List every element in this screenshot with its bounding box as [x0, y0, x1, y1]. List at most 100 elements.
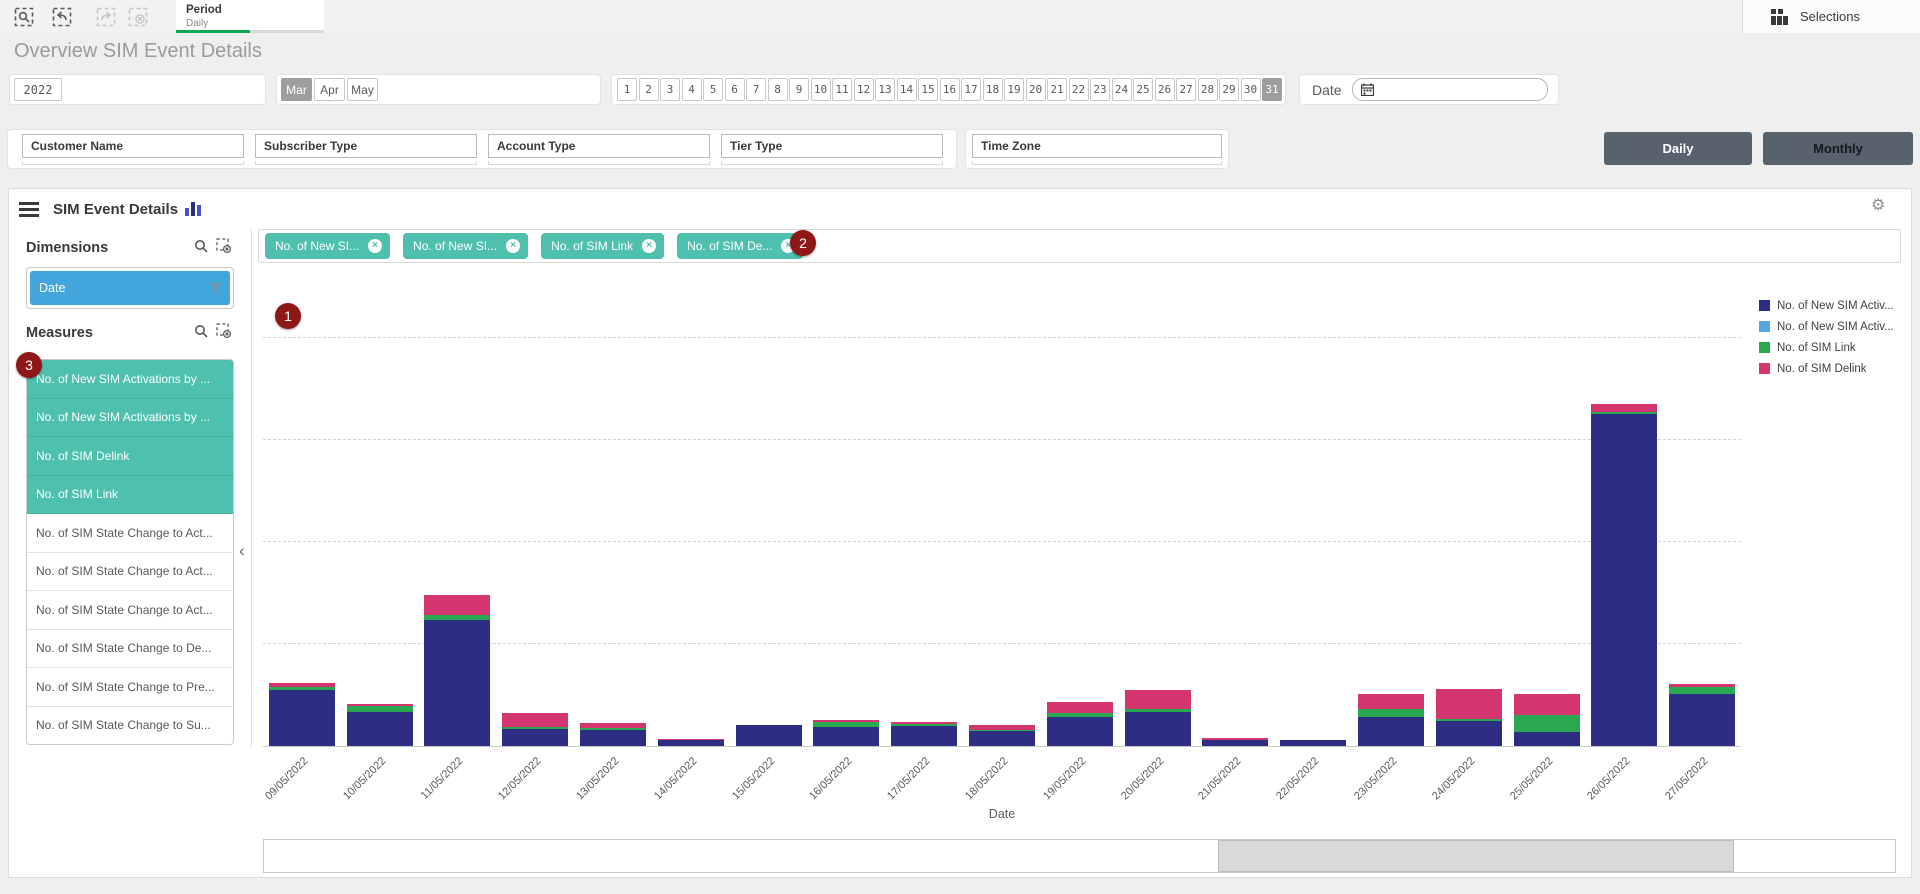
measure-chip[interactable]: No. of SIM De...×: [677, 233, 803, 259]
measure-item[interactable]: No. of SIM State Change to Act...: [27, 553, 233, 592]
chip-close-icon[interactable]: ×: [368, 239, 382, 253]
day-cell-2[interactable]: 2: [639, 78, 659, 101]
bar-12/05/2022[interactable]: [502, 713, 568, 746]
measure-item[interactable]: No. of SIM State Change to Su...: [27, 707, 233, 745]
bar-16/05/2022[interactable]: [813, 720, 879, 746]
day-cell-27[interactable]: 27: [1176, 78, 1196, 101]
legend-item[interactable]: No. of New SIM Activ...: [1759, 295, 1909, 316]
legend-item[interactable]: No. of New SIM Activ...: [1759, 316, 1909, 337]
day-cell-9[interactable]: 9: [789, 78, 809, 101]
day-cell-23[interactable]: 23: [1090, 78, 1110, 101]
listbox-account-type[interactable]: Account Type: [488, 134, 710, 158]
day-cell-7[interactable]: 7: [746, 78, 766, 101]
measure-item[interactable]: No. of SIM Link: [27, 476, 233, 515]
listbox-subscriber-type[interactable]: Subscriber Type: [255, 134, 477, 158]
measure-item[interactable]: No. of SIM Delink: [27, 437, 233, 476]
monthly-button[interactable]: Monthly: [1763, 132, 1913, 165]
bar-19/05/2022[interactable]: [1047, 702, 1113, 746]
day-cell-28[interactable]: 28: [1198, 78, 1218, 101]
day-cell-6[interactable]: 6: [725, 78, 745, 101]
menu-icon[interactable]: [19, 202, 39, 218]
clear-selections-icon[interactable]: [128, 7, 148, 27]
bar-27/05/2022[interactable]: [1669, 684, 1735, 746]
day-cell-8[interactable]: 8: [768, 78, 788, 101]
bar-18/05/2022[interactable]: [969, 725, 1035, 746]
day-cell-15[interactable]: 15: [918, 78, 938, 101]
day-cell-10[interactable]: 10: [811, 78, 831, 101]
dimensions-clear-icon[interactable]: [212, 238, 234, 258]
measure-item[interactable]: No. of New SIM Activations by ...: [27, 399, 233, 438]
step-forward-icon[interactable]: [96, 7, 116, 27]
day-cell-16[interactable]: 16: [940, 78, 960, 101]
step-back-icon[interactable]: [52, 7, 72, 27]
legend-item[interactable]: No. of SIM Link: [1759, 337, 1909, 358]
day-cell-19[interactable]: 19: [1004, 78, 1024, 101]
legend-item[interactable]: No. of SIM Delink: [1759, 358, 1909, 379]
listbox-customer-name[interactable]: Customer Name: [22, 134, 244, 158]
day-cell-5[interactable]: 5: [703, 78, 723, 101]
measure-item[interactable]: No. of New SIM Activations by ...: [27, 360, 233, 399]
month-cell-apr[interactable]: Apr: [314, 78, 345, 101]
chart-scrollbar-track[interactable]: [263, 839, 1896, 873]
measure-item[interactable]: No. of SIM State Change to De...: [27, 630, 233, 669]
day-cell-3[interactable]: 3: [660, 78, 680, 101]
measure-item[interactable]: No. of SIM State Change to Act...: [27, 514, 233, 553]
bar-11/05/2022[interactable]: [424, 595, 490, 746]
chip-close-icon[interactable]: ×: [642, 239, 656, 253]
settings-gear-icon[interactable]: ⚙: [1871, 195, 1885, 215]
day-cell-25[interactable]: 25: [1133, 78, 1153, 101]
bar-13/05/2022[interactable]: [580, 723, 646, 746]
day-cell-26[interactable]: 26: [1155, 78, 1175, 101]
listbox-tier-type[interactable]: Tier Type: [721, 134, 943, 158]
daily-button[interactable]: Daily: [1604, 132, 1752, 165]
bar-20/05/2022[interactable]: [1125, 690, 1191, 746]
bar-21/05/2022[interactable]: [1202, 738, 1268, 746]
chip-close-icon[interactable]: ×: [506, 239, 520, 253]
selections-button[interactable]: Selections: [1742, 0, 1920, 33]
day-cell-14[interactable]: 14: [897, 78, 917, 101]
year-value[interactable]: 2022: [14, 78, 62, 101]
tab-period[interactable]: Period Daily: [176, 0, 324, 33]
bar-22/05/2022[interactable]: [1280, 740, 1346, 746]
measure-item[interactable]: No. of SIM State Change to Pre...: [27, 668, 233, 707]
bar-25/05/2022[interactable]: [1514, 694, 1580, 746]
bar-09/05/2022[interactable]: [269, 683, 335, 746]
measure-chip[interactable]: No. of New SI...×: [403, 233, 528, 259]
dimensions-search-icon[interactable]: [190, 239, 212, 258]
day-cell-13[interactable]: 13: [875, 78, 895, 101]
month-cell-mar[interactable]: Mar: [281, 78, 312, 101]
measures-search-icon[interactable]: [190, 324, 212, 343]
day-cell-12[interactable]: 12: [854, 78, 874, 101]
measure-item[interactable]: No. of SIM State Change to Act...: [27, 591, 233, 630]
date-picker-input[interactable]: [1352, 78, 1548, 101]
day-cell-30[interactable]: 30: [1241, 78, 1261, 101]
day-filter-pane: 1234567891011121314151617181920212223242…: [612, 75, 1285, 104]
bar-26/05/2022[interactable]: [1591, 404, 1657, 746]
measure-chip[interactable]: No. of New SI...×: [265, 233, 390, 259]
collapse-sidebar-icon[interactable]: ‹: [239, 541, 245, 561]
month-cell-may[interactable]: May: [347, 78, 378, 101]
day-cell-21[interactable]: 21: [1047, 78, 1067, 101]
bar-17/05/2022[interactable]: [891, 722, 957, 746]
bar-24/05/2022[interactable]: [1436, 689, 1502, 746]
day-cell-29[interactable]: 29: [1219, 78, 1239, 101]
day-cell-1[interactable]: 1: [617, 78, 637, 101]
day-cell-24[interactable]: 24: [1112, 78, 1132, 101]
bar-15/05/2022[interactable]: [736, 725, 802, 746]
measure-chip[interactable]: No. of SIM Link×: [541, 233, 664, 259]
bar-23/05/2022[interactable]: [1358, 694, 1424, 746]
listbox-time-zone[interactable]: Time Zone: [972, 134, 1222, 158]
day-cell-4[interactable]: 4: [682, 78, 702, 101]
day-cell-31[interactable]: 31: [1262, 78, 1282, 101]
bar-14/05/2022[interactable]: [658, 739, 724, 746]
measures-clear-icon[interactable]: [212, 323, 234, 343]
smart-search-icon[interactable]: [14, 7, 34, 27]
day-cell-22[interactable]: 22: [1069, 78, 1089, 101]
bar-10/05/2022[interactable]: [347, 704, 413, 746]
day-cell-17[interactable]: 17: [961, 78, 981, 101]
chart-scrollbar-thumb[interactable]: [1218, 840, 1733, 872]
dimension-item-date[interactable]: Date: [30, 271, 230, 305]
day-cell-18[interactable]: 18: [983, 78, 1003, 101]
day-cell-11[interactable]: 11: [832, 78, 852, 101]
day-cell-20[interactable]: 20: [1026, 78, 1046, 101]
